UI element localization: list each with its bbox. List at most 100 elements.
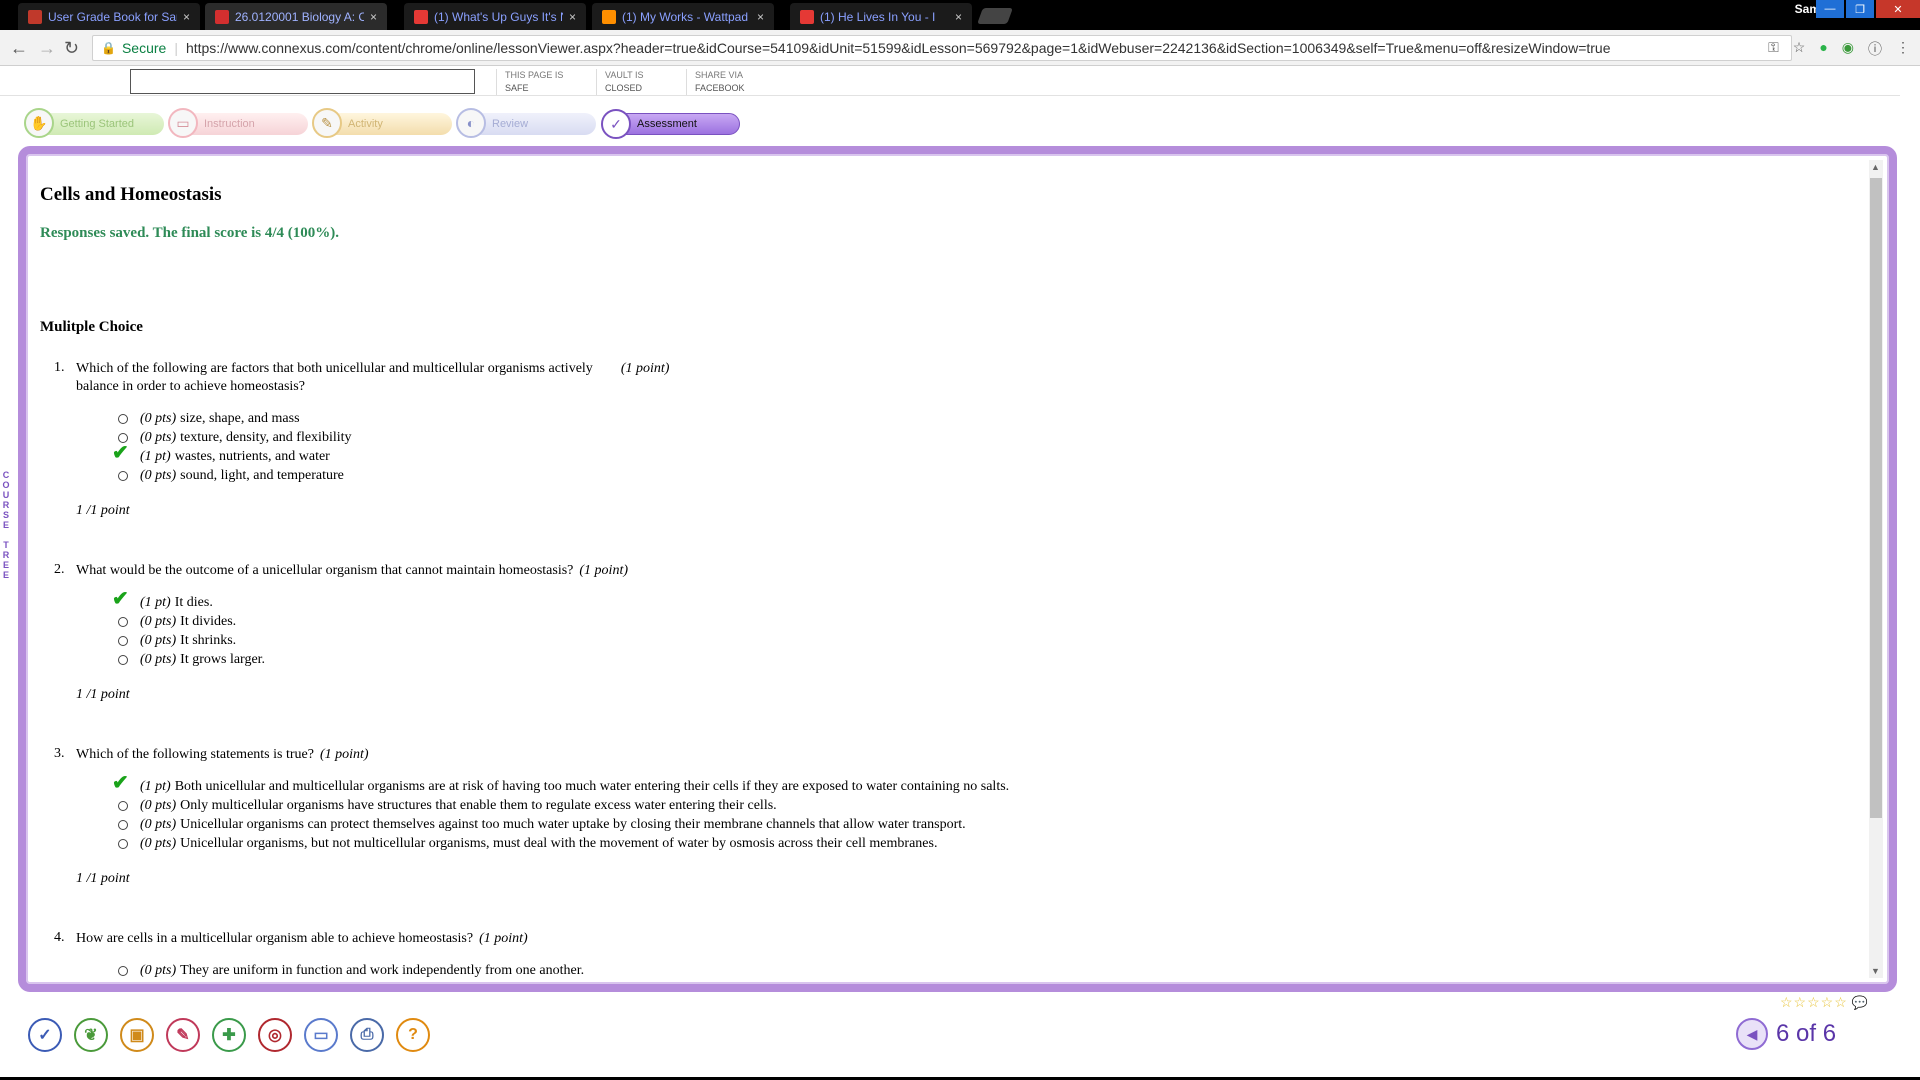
tab-close-icon[interactable]: × <box>370 10 377 24</box>
page-title: Cells and Homeostasis <box>40 184 222 205</box>
course-tree-letter: E <box>2 520 9 530</box>
box-tool-icon[interactable]: ▣ <box>120 1018 154 1052</box>
score-message: Responses saved. The final score is 4/4 … <box>40 225 340 241</box>
question-number: 1. <box>54 360 65 375</box>
check-tool-icon[interactable]: ✓ <box>28 1018 62 1052</box>
scroll-up-arrow-icon[interactable]: ▲ <box>1871 162 1880 172</box>
answer-option: (0 pts) sound, light, and temperature <box>114 466 352 485</box>
question-number: 3. <box>54 746 65 761</box>
option-text: They are uniform in function and work in… <box>180 963 585 978</box>
option-points: (0 pts) <box>140 430 177 445</box>
assessment-icon: ✓ <box>601 109 631 139</box>
checkmark-extension-icon[interactable]: ◉ <box>1842 39 1854 59</box>
browser-tab[interactable]: (1) My Works - Wattpad × <box>592 3 774 30</box>
tab-close-icon[interactable]: × <box>955 10 962 24</box>
minimize-button[interactable]: — <box>1816 0 1844 18</box>
rating-stars-icon[interactable]: ☆☆☆☆☆ <box>1780 994 1848 1010</box>
address-bar-row: ← → ↻ 🔒 Secure | https://www.connexus.co… <box>0 30 1920 66</box>
course-tree-toggle[interactable]: COURSE TREE <box>0 470 12 650</box>
radio-button <box>118 966 128 976</box>
browser-tab[interactable]: User Grade Book for Sam × <box>18 3 200 30</box>
instruction-icon: ▭ <box>168 108 198 138</box>
option-text: It dies. <box>174 595 213 610</box>
answer-options: (0 pts) size, shape, and mass (0 pts) textu… <box>112 409 352 485</box>
course-tree-letter: E <box>2 560 9 570</box>
lesson-rating[interactable]: ☆☆☆☆☆ 💬 <box>1780 994 1869 1011</box>
tab-instruction[interactable]: ▭ Instruction <box>168 108 308 138</box>
arrow-left-icon: ◀ <box>1746 1025 1758 1042</box>
course-tree-letter: C <box>2 470 10 480</box>
content-scrollbar[interactable]: ▲ ▼ <box>1869 160 1883 978</box>
browser-tab[interactable]: (1) What's Up Guys It's N × <box>404 3 586 30</box>
restore-button[interactable]: ❐ <box>1846 0 1874 18</box>
question-text: What would be the outcome of a unicellul… <box>76 562 628 580</box>
page-safety-indicator[interactable]: THIS PAGE IS SAFE <box>496 69 563 95</box>
tab-close-icon[interactable]: × <box>569 10 576 24</box>
question-number: 4. <box>54 930 65 945</box>
browser-tab-strip: User Grade Book for Sam × 26.0120001 Biolo… <box>0 0 1920 30</box>
forward-arrow-icon[interactable]: → <box>38 38 56 59</box>
course-tree-letter: E <box>2 570 9 580</box>
radio-button <box>118 655 128 665</box>
radio-button <box>118 636 128 646</box>
question-number: 2. <box>54 562 65 577</box>
previous-page-button[interactable]: ◀ <box>1736 1018 1768 1050</box>
option-text: sound, light, and temperature <box>180 468 344 483</box>
target-tool-icon[interactable]: ◎ <box>258 1018 292 1052</box>
tab-close-icon[interactable]: × <box>183 10 190 24</box>
browser-tab[interactable]: (1) He Lives In You - I × <box>790 3 972 30</box>
tab-title: (1) What's Up Guys It's N <box>434 9 563 24</box>
answer-options: (0 pts) They are uniform in function and … <box>114 961 584 980</box>
option-text: Unicellular organisms can protect themse… <box>180 817 966 832</box>
option-points: (0 pts) <box>140 836 177 851</box>
option-points: (1 pt) <box>140 779 171 794</box>
tab-review[interactable]: ◐ Review <box>456 108 596 138</box>
tab-assessment[interactable]: ✓ Assessment <box>601 109 740 139</box>
puzzle-tool-icon[interactable]: ✚ <box>212 1018 246 1052</box>
leaf-tool-icon[interactable]: ❦ <box>74 1018 108 1052</box>
pencil-tool-icon[interactable]: ✎ <box>166 1018 200 1052</box>
tab-activity[interactable]: ✎ Activity <box>312 108 452 138</box>
radio-button <box>118 801 128 811</box>
omnibox-divider: | <box>174 40 178 56</box>
screen-tool-icon[interactable]: ▭ <box>304 1018 338 1052</box>
option-text: texture, density, and flexibility <box>180 430 352 445</box>
correct-check-icon: ✔ <box>112 772 129 794</box>
radio-button <box>118 820 128 830</box>
vault-indicator[interactable]: VAULT IS CLOSED <box>596 69 644 95</box>
printer-tool-icon[interactable]: ⎙ <box>350 1018 384 1052</box>
question-text: Which of the following are factors that … <box>76 360 776 396</box>
key-icon[interactable]: ⚿ <box>1768 39 1779 59</box>
question-text: Which of the following statements is tru… <box>76 746 369 764</box>
scrollbar-thumb[interactable] <box>1870 178 1882 818</box>
bookmark-star-icon[interactable]: ☆ <box>1793 39 1806 59</box>
tab-close-icon[interactable]: × <box>757 10 764 24</box>
browser-tab[interactable]: 26.0120001 Biology A: C × <box>205 3 387 30</box>
correct-check-icon: ✔ <box>112 588 129 610</box>
tab-title: (1) My Works - Wattpad <box>622 9 749 24</box>
url-input[interactable]: 🔒 Secure | https://www.connexus.com/cont… <box>92 35 1792 61</box>
option-points: (0 pts) <box>140 652 177 667</box>
tab-favicon-icon <box>28 9 42 24</box>
close-window-button[interactable]: ✕ <box>1876 0 1920 18</box>
menu-icon[interactable]: ⋮ <box>1896 39 1910 59</box>
vault-value: CLOSED <box>605 83 643 93</box>
course-tree-letter: O <box>2 480 10 490</box>
question-points: (1 point) <box>479 931 528 946</box>
option-text: size, shape, and mass <box>180 411 300 426</box>
grammarly-extension-icon[interactable]: ● <box>1819 39 1827 59</box>
info-extension-icon[interactable]: ⓘ <box>1868 39 1882 59</box>
page-pager: ◀ 6 of 6 <box>1736 1018 1836 1050</box>
share-facebook-button[interactable]: SHARE VIA FACEBOOK <box>686 69 745 95</box>
help-tool-icon[interactable]: ? <box>396 1018 430 1052</box>
option-text: Both unicellular and multicellular organ… <box>174 779 1010 794</box>
comment-bubble-icon[interactable]: 💬 <box>1852 995 1869 1010</box>
scroll-down-arrow-icon[interactable]: ▼ <box>1871 966 1880 976</box>
lesson-tools-toolbar: ✓ ❦ ▣ ✎ ✚ ◎ ▭ ⎙? <box>28 1018 430 1052</box>
reload-icon[interactable]: ↻ <box>64 38 79 59</box>
tab-getting-started[interactable]: ✋ Getting Started <box>24 108 164 138</box>
back-arrow-icon[interactable]: ← <box>10 38 28 59</box>
page-safety-value: SAFE <box>505 83 529 93</box>
new-tab-button[interactable] <box>977 8 1013 24</box>
page-search-input[interactable] <box>130 69 475 94</box>
